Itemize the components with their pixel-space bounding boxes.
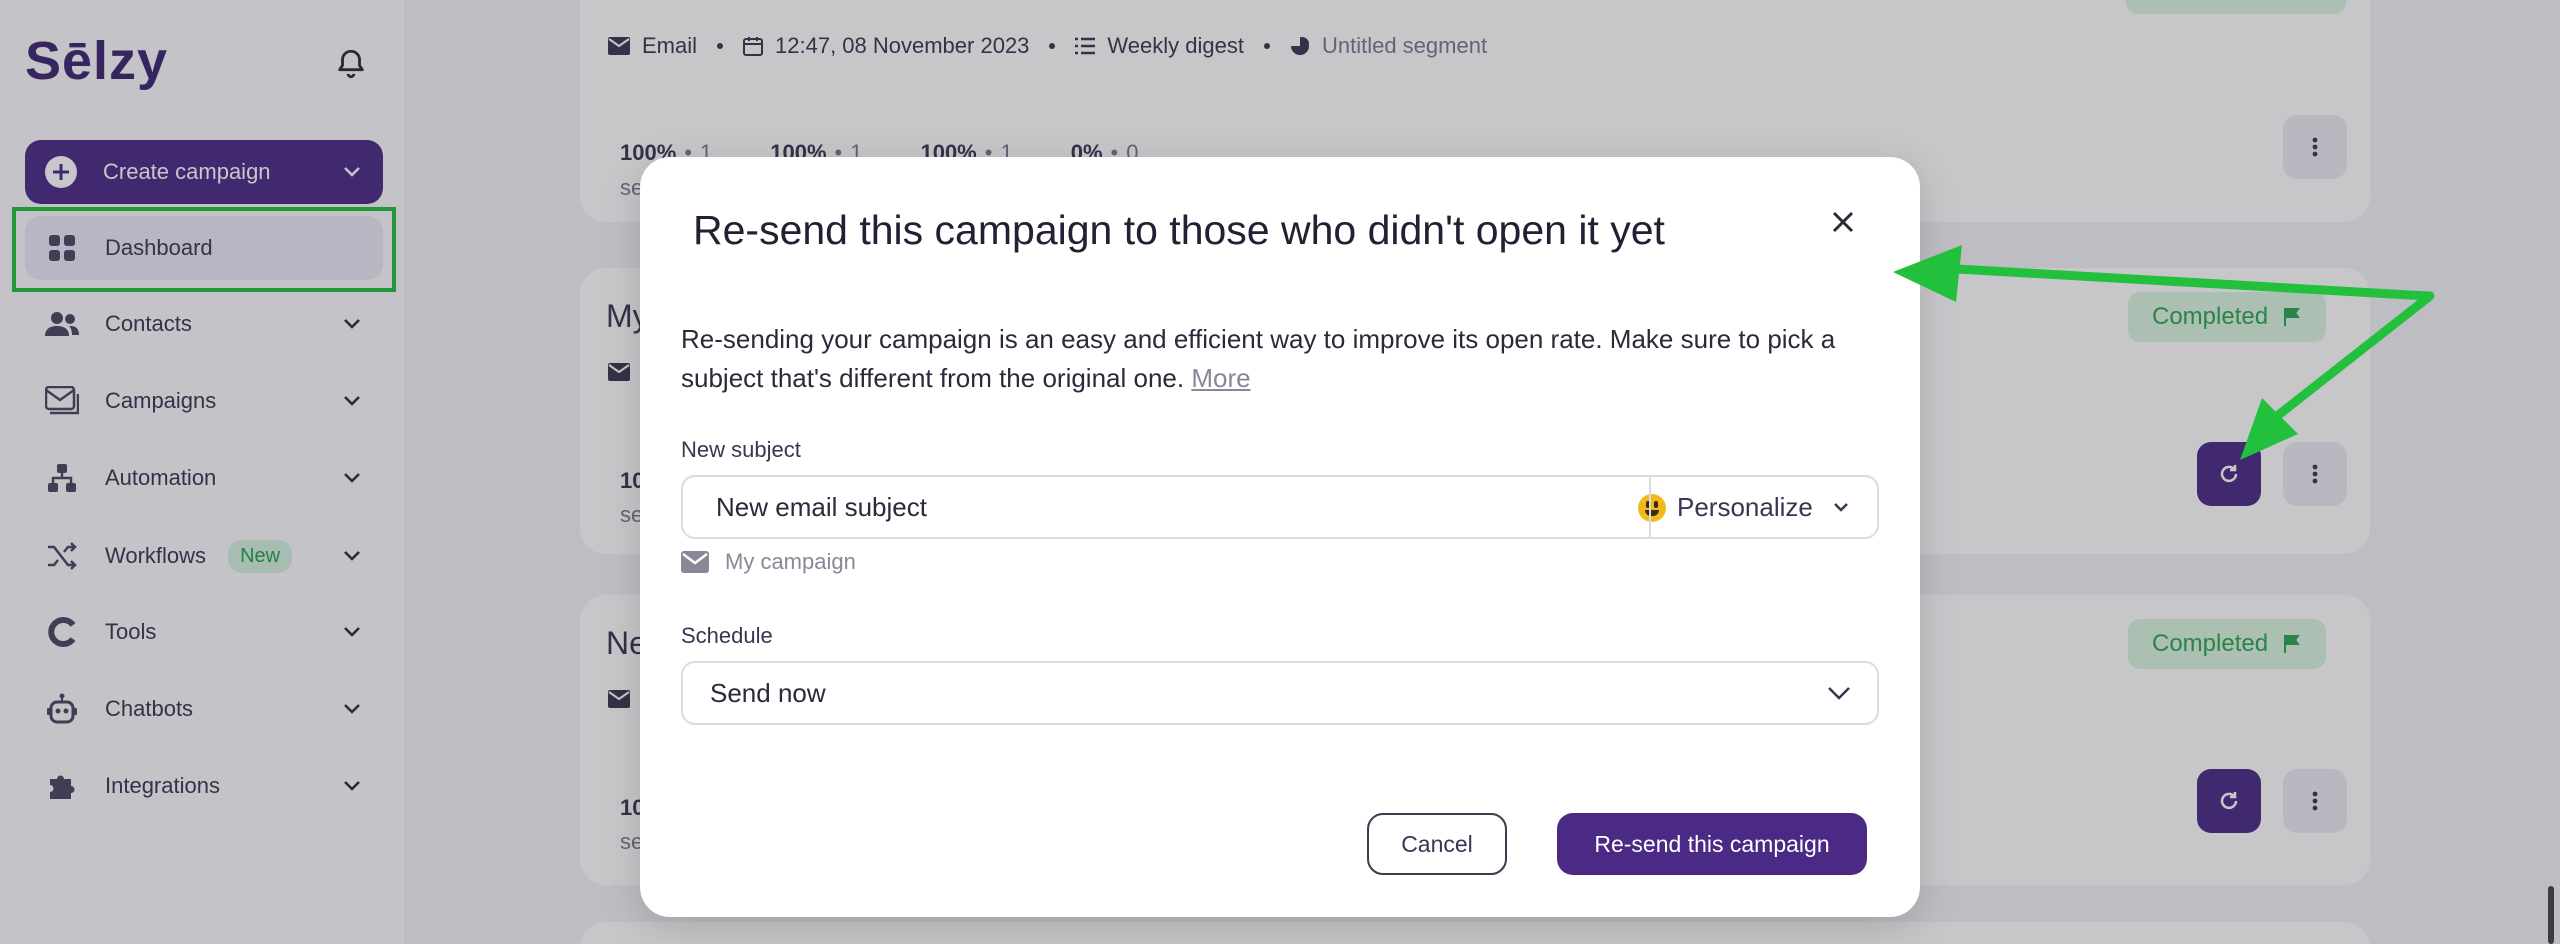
campaign-name: My campaign <box>725 549 856 574</box>
schedule-select[interactable]: Send now <box>681 661 1879 725</box>
subject-label: New subject <box>681 437 801 462</box>
personalize-label: Personalize <box>1677 491 1813 522</box>
chevron-down-icon <box>1828 687 1850 700</box>
dialog-description: Re-sending your campaign is an easy and … <box>681 320 1881 398</box>
more-link[interactable]: More <box>1191 363 1250 393</box>
subject-value: New email subject <box>716 491 927 522</box>
chevron-down-icon <box>1833 503 1848 512</box>
subject-input[interactable]: New email subject Personalize <box>681 475 1879 539</box>
personalize-dropdown[interactable]: Personalize <box>1649 477 1879 537</box>
resend-campaign-button[interactable]: Re-send this campaign <box>1557 813 1867 875</box>
close-icon[interactable] <box>1828 207 1858 237</box>
envelope-icon <box>681 551 709 573</box>
cancel-button[interactable]: Cancel <box>1367 813 1507 875</box>
description-text: Re-sending your campaign is an easy and … <box>681 324 1836 393</box>
campaign-reference: My campaign <box>681 549 856 575</box>
dialog-title: Re-send this campaign to those who didn'… <box>693 207 1665 253</box>
schedule-value: Send now <box>710 677 826 708</box>
resend-dialog: Re-send this campaign to those who didn'… <box>640 157 1920 917</box>
schedule-label: Schedule <box>681 623 773 648</box>
